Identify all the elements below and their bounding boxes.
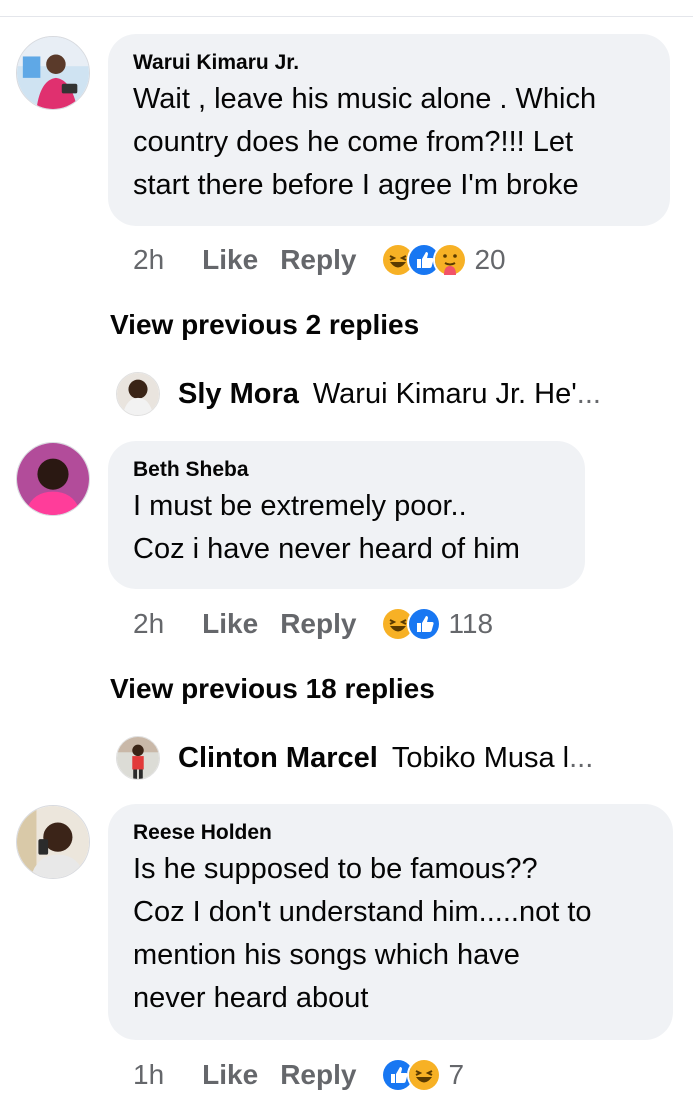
like-icon: [407, 607, 442, 641]
reply-preview[interactable]: Sly Mora Warui Kimaru Jr. He'...: [116, 371, 601, 417]
reply-preview-author[interactable]: Sly Mora: [178, 378, 299, 411]
reply-preview-author[interactable]: Clinton Marcel: [178, 742, 378, 775]
reply-button[interactable]: Reply: [280, 244, 356, 276]
comment-actions: 2h Like Reply 118: [133, 604, 493, 644]
like-button[interactable]: Like: [202, 244, 258, 276]
reaction-count[interactable]: 118: [448, 608, 493, 640]
avatar[interactable]: [116, 736, 160, 780]
reply-preview-text: Warui Kimaru Jr. He': [312, 377, 577, 410]
reaction-count[interactable]: 20: [474, 244, 505, 276]
comment-time[interactable]: 2h: [133, 244, 164, 276]
comment-author[interactable]: Reese Holden: [133, 818, 648, 848]
reaction-count[interactable]: 7: [448, 1059, 464, 1091]
comment-time[interactable]: 2h: [133, 608, 164, 640]
comment-author[interactable]: Warui Kimaru Jr.: [133, 48, 645, 78]
view-previous-replies[interactable]: View previous 18 replies: [110, 673, 435, 705]
avatar[interactable]: [16, 36, 90, 110]
care-icon: [433, 243, 468, 277]
comment-author[interactable]: Beth Sheba: [133, 455, 560, 485]
comment-time[interactable]: 1h: [133, 1059, 164, 1091]
reactions[interactable]: [381, 1058, 442, 1092]
reply-preview-ellipsis: ...: [569, 741, 594, 774]
comment-bubble: Reese Holden Is he supposed to be famous…: [108, 804, 673, 1040]
like-button[interactable]: Like: [202, 608, 258, 640]
top-divider: [0, 16, 693, 17]
reply-preview[interactable]: Clinton Marcel Tobiko Musa l...: [116, 735, 593, 781]
comment-bubble: Warui Kimaru Jr. Wait , leave his music …: [108, 34, 670, 226]
like-button[interactable]: Like: [202, 1059, 258, 1091]
avatar[interactable]: [16, 805, 90, 879]
reply-button[interactable]: Reply: [280, 608, 356, 640]
comment-bubble: Beth Sheba I must be extremely poor.. Co…: [108, 441, 585, 589]
avatar[interactable]: [16, 442, 90, 516]
reply-preview-ellipsis: ...: [576, 377, 601, 410]
avatar[interactable]: [116, 372, 160, 416]
reply-preview-text: Tobiko Musa l: [391, 741, 570, 774]
comment-text: Wait , leave his music alone . Which cou…: [133, 83, 597, 201]
comment-actions: 2h Like Reply 20: [133, 240, 506, 280]
reactions[interactable]: [381, 607, 442, 641]
comment-text: I must be extremely poor.. Coz i have ne…: [133, 490, 520, 565]
comment-text: Is he supposed to be famous?? Coz I don'…: [133, 853, 592, 1014]
reactions[interactable]: [381, 243, 468, 277]
reply-button[interactable]: Reply: [280, 1059, 356, 1091]
comment-actions: 1h Like Reply 7: [133, 1055, 464, 1095]
haha-icon: [407, 1058, 442, 1092]
view-previous-replies[interactable]: View previous 2 replies: [110, 309, 419, 341]
